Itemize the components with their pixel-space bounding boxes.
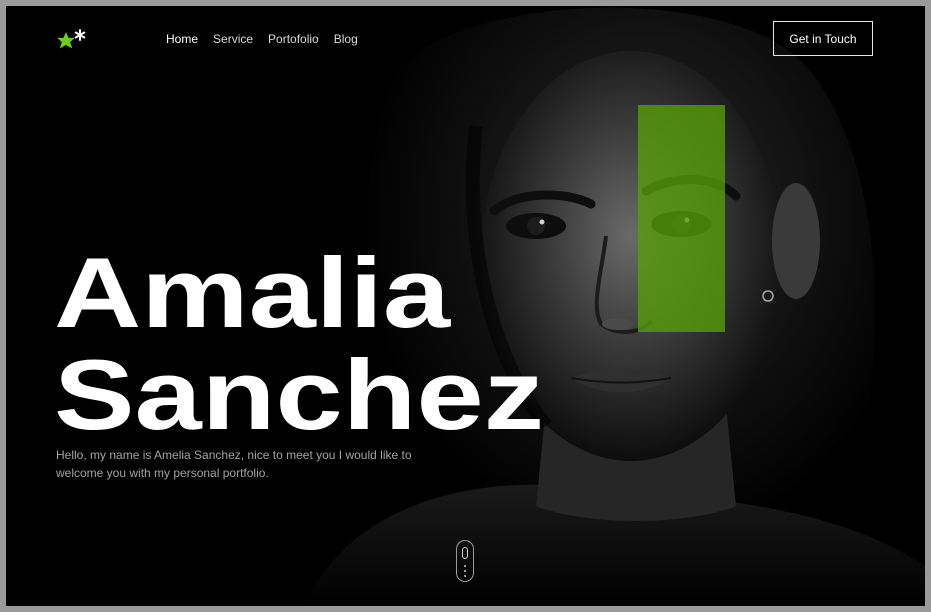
hero-name: Amalia Sanchez xyxy=(54,242,544,446)
get-in-touch-button[interactable]: Get in Touch xyxy=(773,21,873,56)
asterisk-logo-icon[interactable] xyxy=(56,28,88,52)
scroll-dot xyxy=(464,575,466,577)
scroll-dot xyxy=(464,565,466,567)
nav-portofolio-link[interactable]: Portofolio xyxy=(268,32,319,46)
main-nav: Home Service Portofolio Blog xyxy=(166,32,358,46)
hero-last-name: Sanchez xyxy=(54,339,545,450)
nav-service-link[interactable]: Service xyxy=(213,32,253,46)
hero-intro-text: Hello, my name is Amelia Sanchez, nice t… xyxy=(56,448,412,480)
scroll-dot xyxy=(464,570,466,572)
nav-blog-link[interactable]: Blog xyxy=(334,32,358,46)
mouse-scroll-icon[interactable] xyxy=(456,540,474,582)
nav-home-link[interactable]: Home xyxy=(166,32,198,46)
hero-section: Home Service Portofolio Blog Get in Touc… xyxy=(6,6,925,606)
hero-first-name: Amalia xyxy=(54,237,451,348)
scroll-wheel xyxy=(462,547,468,559)
green-highlight-panel xyxy=(638,105,725,332)
